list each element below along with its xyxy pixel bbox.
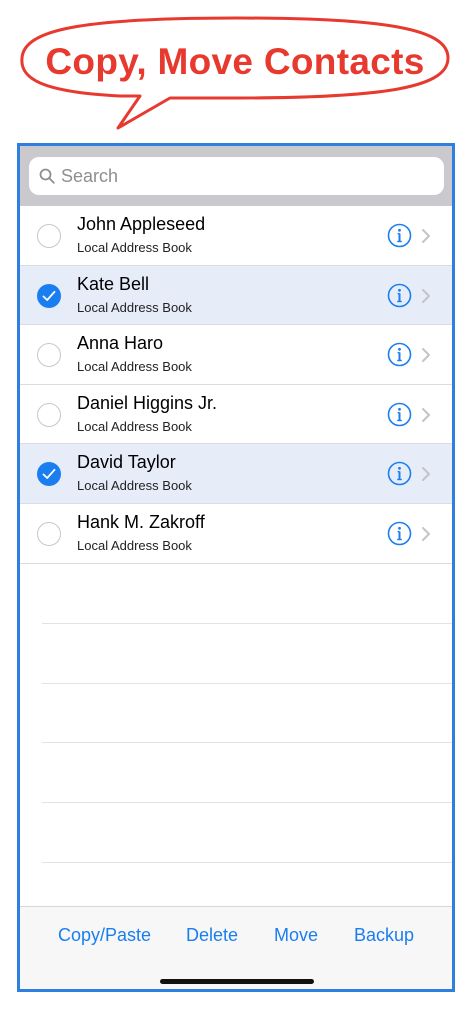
select-toggle[interactable] bbox=[37, 224, 61, 248]
chevron-right-icon bbox=[422, 467, 430, 482]
search-bar bbox=[20, 146, 452, 206]
contact-name: David Taylor bbox=[77, 452, 176, 473]
home-indicator bbox=[160, 979, 314, 984]
copy-paste-button[interactable]: Copy/Paste bbox=[58, 925, 151, 946]
contact-row[interactable]: Hank M. Zakroff Local Address Book bbox=[20, 503, 452, 564]
select-toggle[interactable] bbox=[37, 521, 61, 546]
contact-source: Local Address Book bbox=[77, 418, 192, 434]
contact-name: John Appleseed bbox=[77, 214, 206, 234]
info-icon[interactable] bbox=[387, 342, 412, 367]
select-toggle[interactable] bbox=[37, 283, 61, 308]
contact-name: Kate Bell bbox=[77, 273, 150, 294]
contact-source: Local Address Book bbox=[77, 299, 192, 315]
checkmark-icon bbox=[42, 290, 56, 301]
select-toggle[interactable] bbox=[37, 343, 61, 368]
contact-name: Anna Haro bbox=[77, 333, 164, 354]
select-toggle[interactable] bbox=[37, 462, 61, 487]
select-toggle[interactable] bbox=[37, 402, 61, 427]
delete-button[interactable]: Delete bbox=[186, 925, 238, 946]
info-icon[interactable] bbox=[387, 521, 412, 546]
contact-row[interactable]: Anna Haro Local Address Book bbox=[20, 325, 452, 385]
chevron-right-icon bbox=[422, 229, 430, 243]
info-icon[interactable] bbox=[387, 402, 412, 427]
empty-row-separator bbox=[42, 682, 452, 684]
contact-source: Local Address Book bbox=[77, 478, 192, 494]
contact-row[interactable]: John Appleseed Local Address Book bbox=[20, 206, 452, 266]
empty-row-separator bbox=[42, 623, 452, 625]
empty-row-separator bbox=[42, 742, 452, 744]
contact-row[interactable]: Kate Bell Local Address Book bbox=[20, 265, 452, 326]
contact-row[interactable]: David Taylor Local Address Book bbox=[20, 444, 452, 504]
contact-row[interactable]: Daniel Higgins Jr. Local Address Book bbox=[20, 384, 452, 445]
banner-bubble: Copy, Move Contacts bbox=[0, 0, 472, 130]
empty-row-separator bbox=[42, 802, 452, 803]
contact-list: John Appleseed Local Address Book Kate Bel… bbox=[20, 206, 452, 564]
move-button[interactable]: Move bbox=[274, 925, 318, 946]
contact-source: Local Address Book bbox=[77, 537, 192, 553]
backup-button[interactable]: Backup bbox=[354, 925, 414, 946]
chevron-right-icon bbox=[422, 526, 430, 541]
search-field[interactable] bbox=[29, 157, 444, 195]
chevron-right-icon bbox=[422, 348, 430, 363]
bottom-toolbar: Copy/Paste Delete Move Backup bbox=[20, 906, 452, 989]
empty-row-separator bbox=[42, 861, 452, 863]
info-icon[interactable] bbox=[387, 223, 412, 248]
search-input[interactable] bbox=[61, 165, 401, 187]
chevron-right-icon bbox=[422, 288, 430, 303]
contact-source: Local Address Book bbox=[77, 240, 192, 255]
contact-name: Hank M. Zakroff bbox=[77, 511, 205, 532]
magnifier-icon bbox=[39, 168, 55, 184]
contact-source: Local Address Book bbox=[77, 359, 192, 375]
info-icon[interactable] bbox=[387, 461, 412, 486]
phone-screen: John AppleseedLocal Address BookKate Bel… bbox=[17, 143, 455, 992]
checkmark-icon bbox=[42, 469, 56, 480]
contact-name: Daniel Higgins Jr. bbox=[77, 392, 218, 413]
chevron-right-icon bbox=[422, 407, 430, 422]
info-icon[interactable] bbox=[387, 283, 412, 308]
banner-title: Copy, Move Contacts bbox=[45, 41, 425, 82]
